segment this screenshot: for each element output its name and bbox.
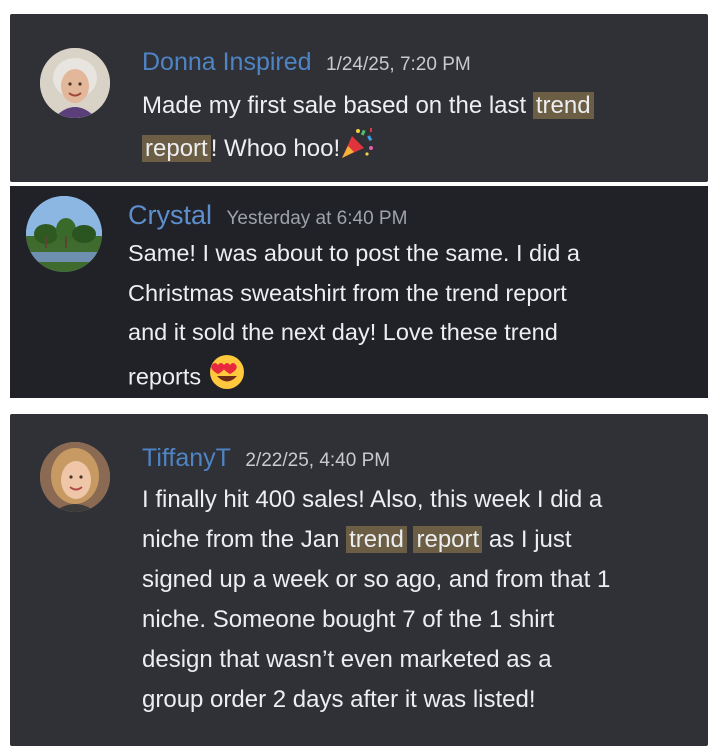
- author-name[interactable]: Crystal: [128, 200, 212, 230]
- timestamp: 1/24/25, 7:20 PM: [326, 54, 471, 75]
- author-name[interactable]: TiffanyT: [142, 444, 231, 472]
- timestamp: Yesterday at 6:40 PM: [226, 208, 408, 229]
- message-card-tiffany: TiffanyT 2/22/25, 4:40 PM I finally hit …: [10, 414, 708, 746]
- message-header: TiffanyT 2/22/25, 4:40 PM: [142, 444, 390, 473]
- highlight-term: trend: [346, 526, 407, 553]
- avatar[interactable]: [26, 196, 102, 272]
- message-text: I finally hit 400 sales! Also, this week…: [142, 486, 611, 713]
- timestamp: 2/22/25, 4:40 PM: [245, 450, 391, 471]
- heart-eyes-icon: [208, 353, 246, 404]
- message-header: Donna Inspired 1/24/25, 7:20 PM: [142, 48, 471, 77]
- highlight-term: report: [142, 134, 211, 162]
- message-text: Same! I was about to post the same. I di…: [128, 234, 688, 403]
- avatar[interactable]: [40, 442, 110, 512]
- highlight-term: trend: [532, 92, 594, 119]
- highlight-term: report: [413, 526, 483, 553]
- author-name[interactable]: Donna Inspired: [142, 48, 312, 76]
- avatar[interactable]: [40, 48, 110, 118]
- message-text: Made my first sale based on the last tre…: [142, 86, 702, 173]
- message-card-crystal: Crystal Yesterday at 6:40 PM Same! I was…: [10, 186, 708, 398]
- message-header: Crystal Yesterday at 6:40 PM: [128, 200, 407, 231]
- message-card-donna: Donna Inspired 1/24/25, 7:20 PM Made my …: [10, 14, 708, 182]
- party-popper-icon: [340, 126, 376, 173]
